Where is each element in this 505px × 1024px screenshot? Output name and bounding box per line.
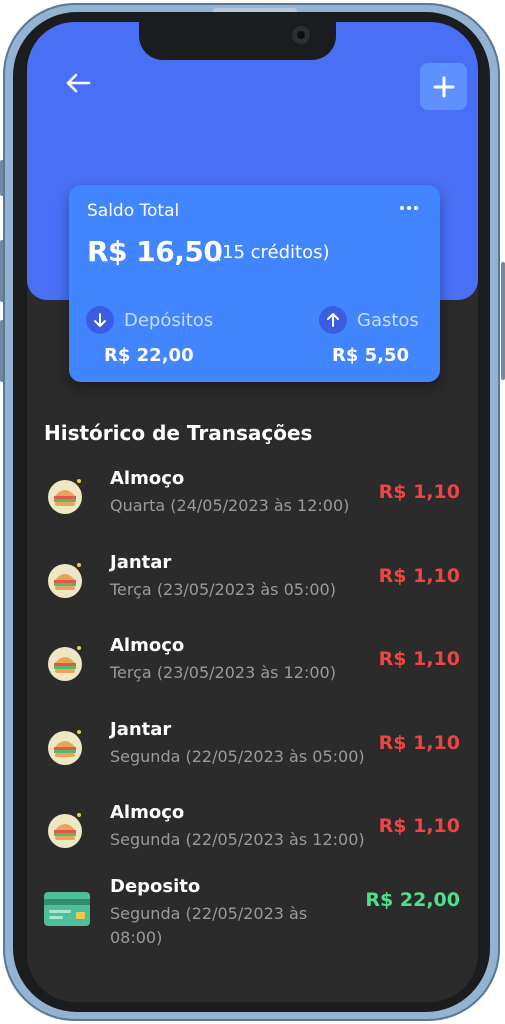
transaction-date: Quarta (24/05/2023 às 12:00) [110, 496, 350, 515]
add-button[interactable] [420, 63, 467, 110]
transaction-item[interactable]: Deposito Segunda (22/05/2023 às 08:00) R… [27, 876, 478, 956]
transaction-amount: R$ 1,10 [378, 648, 460, 670]
transaction-name: Almoço [110, 802, 185, 823]
plus-icon [433, 76, 454, 97]
deposits-value: R$ 22,00 [104, 345, 194, 366]
burger-icon [48, 563, 82, 598]
balance-card: Saldo Total R$ 16,50 (15 créditos) Depós… [69, 185, 440, 382]
transaction-name: Jantar [110, 552, 172, 573]
burger-icon [48, 730, 82, 765]
burger-icon [48, 813, 82, 848]
balance-amount: R$ 16,50 [87, 235, 223, 268]
arrow-up-icon [319, 306, 347, 334]
balance-credits: (15 créditos) [215, 242, 330, 263]
credit-card-icon [44, 892, 90, 926]
transaction-item[interactable]: Jantar Segunda (22/05/2023 às 05:00) R$ … [27, 719, 478, 789]
front-camera [292, 26, 310, 44]
more-horizontal-icon[interactable] [396, 201, 422, 215]
transaction-name: Jantar [110, 719, 172, 740]
phone-notch [139, 22, 336, 60]
transaction-amount: R$ 1,10 [378, 565, 460, 587]
transaction-name: Deposito [110, 876, 201, 897]
transaction-date: Terça (23/05/2023 às 05:00) [110, 580, 336, 599]
transaction-date: Terça (23/05/2023 às 12:00) [110, 663, 336, 682]
transaction-amount: R$ 1,10 [378, 481, 460, 503]
back-button[interactable] [57, 62, 99, 104]
transaction-date: Segunda (22/05/2023 às 05:00) [110, 747, 365, 766]
balance-title: Saldo Total [87, 201, 180, 221]
burger-icon [48, 646, 82, 681]
arrow-left-icon [66, 73, 91, 93]
transaction-item[interactable]: Jantar Terça (23/05/2023 às 05:00) R$ 1,… [27, 552, 478, 622]
transaction-item[interactable]: Almoço Segunda (22/05/2023 às 12:00) R$ … [27, 802, 478, 872]
arrow-down-icon [86, 306, 114, 334]
transaction-date: Segunda (22/05/2023 às 08:00) [110, 904, 308, 947]
transaction-date: Segunda (22/05/2023 às 12:00) [110, 830, 365, 849]
transaction-amount: R$ 1,10 [378, 732, 460, 754]
app-screen: Saldo Total R$ 16,50 (15 créditos) Depós… [27, 22, 478, 1002]
history-title: Histórico de Transações [44, 421, 313, 445]
transaction-amount: R$ 1,10 [378, 815, 460, 837]
transaction-item[interactable]: Almoço Quarta (24/05/2023 às 12:00) R$ 1… [27, 468, 478, 538]
transaction-name: Almoço [110, 468, 185, 489]
expenses-label: Gastos [357, 310, 419, 331]
transaction-name: Almoço [110, 635, 185, 656]
burger-icon [48, 479, 82, 514]
deposits-label: Depósitos [124, 310, 214, 331]
transaction-amount: R$ 22,00 [365, 889, 460, 911]
phone-side-button [501, 262, 505, 380]
transaction-item[interactable]: Almoço Terça (23/05/2023 às 12:00) R$ 1,… [27, 635, 478, 705]
expenses-value: R$ 5,50 [332, 345, 410, 366]
